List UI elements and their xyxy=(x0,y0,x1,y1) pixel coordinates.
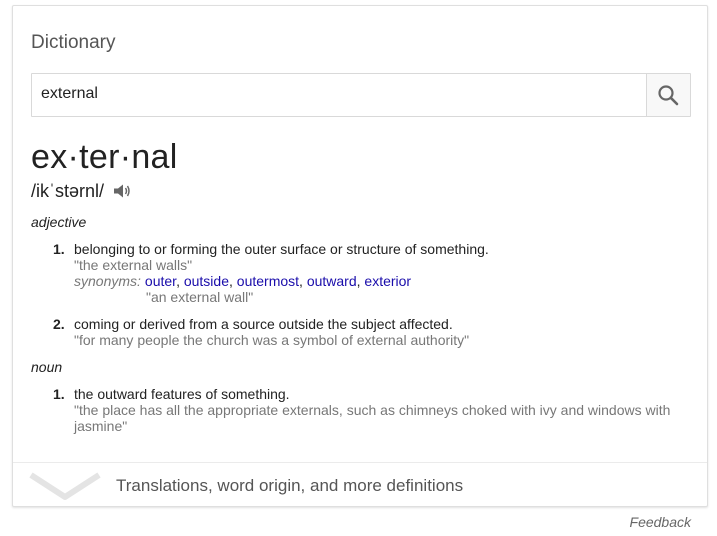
synonym-example: "an external wall" xyxy=(146,289,254,305)
headword: ex·ter·nal xyxy=(31,138,178,176)
search-box: external xyxy=(31,73,691,117)
search-icon xyxy=(658,85,679,106)
dictionary-card: Dictionary external ex·ter·nal /ikˈstərn… xyxy=(12,5,708,507)
definition-number: 1. xyxy=(53,241,65,257)
feedback-link[interactable]: Feedback xyxy=(630,514,691,530)
synonyms-label: synonyms: xyxy=(74,273,141,289)
synonym-link[interactable]: outward xyxy=(307,273,357,289)
more-definitions-bar[interactable]: Translations, word origin, and more defi… xyxy=(13,462,707,507)
definition-example: "the place has all the appropriate exter… xyxy=(74,402,671,434)
synonym-link[interactable]: outside xyxy=(184,273,229,289)
definition-example: "the external walls" xyxy=(74,257,193,273)
card-title: Dictionary xyxy=(31,32,116,53)
pronunciation: /ikˈstərnl/ xyxy=(31,181,105,201)
part-of-speech: noun xyxy=(31,359,63,375)
definition-text: the outward features of something. xyxy=(74,386,290,402)
part-of-speech: adjective xyxy=(31,214,87,230)
definition-number: 2. xyxy=(53,316,65,332)
search-input[interactable]: external xyxy=(41,85,98,103)
synonym-link[interactable]: exterior xyxy=(364,273,411,289)
definition-text: coming or derived from a source outside … xyxy=(74,316,453,332)
definition-text: belonging to or forming the outer surfac… xyxy=(74,241,489,257)
synonym-link[interactable]: outer xyxy=(145,273,176,289)
search-button[interactable] xyxy=(646,74,690,116)
synonym-link[interactable]: outermost xyxy=(237,273,299,289)
more-definitions-label: Translations, word origin, and more defi… xyxy=(116,476,464,495)
definition-number: 1. xyxy=(53,386,65,402)
definition-example: "for many people the church was a symbol… xyxy=(74,332,470,348)
synonyms-row: synonyms: outer, outside, outermost, outw… xyxy=(74,273,692,305)
pronunciation-row: /ikˈstərnl/ xyxy=(31,181,131,202)
chevron-down-icon xyxy=(29,472,101,500)
speaker-icon[interactable] xyxy=(113,183,131,199)
